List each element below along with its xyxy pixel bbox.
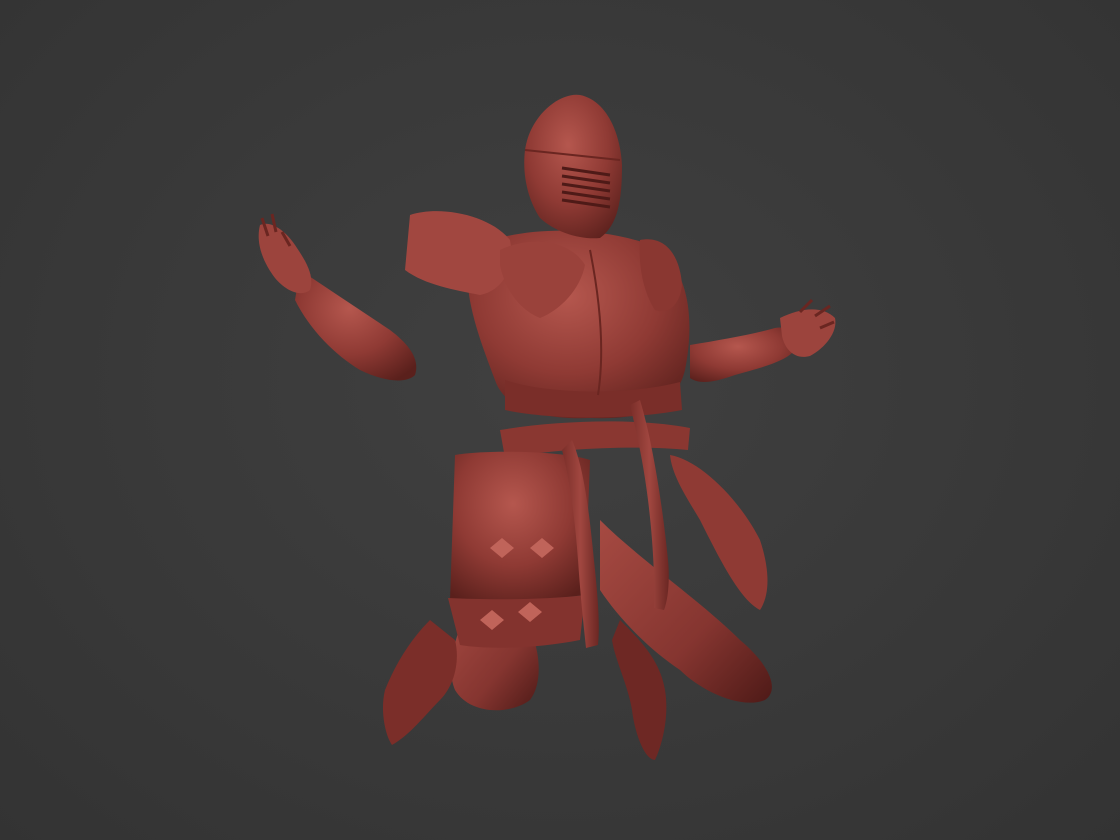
knight-sculpt-render (258, 94, 836, 760)
right-arm (690, 298, 836, 382)
viewport-canvas[interactable] (0, 0, 1120, 840)
left-arm (258, 213, 417, 381)
great-helm (524, 94, 622, 239)
